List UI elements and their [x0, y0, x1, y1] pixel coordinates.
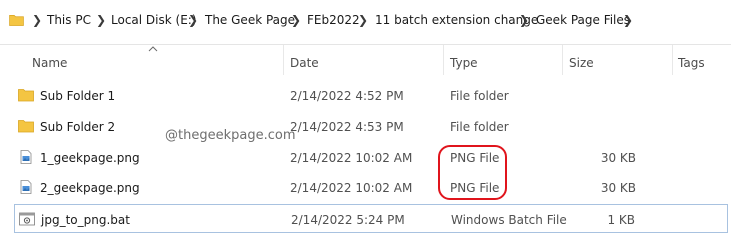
- chevron-right-icon[interactable]: ❯: [358, 13, 368, 27]
- folder-icon: [18, 89, 34, 102]
- file-date: 2/14/2022 4:53 PM: [290, 120, 404, 134]
- file-size: 30 KB: [600, 151, 636, 165]
- address-bar[interactable]: ❯ This PC ❯ Local Disk (E:) ❯ The Geek P…: [0, 0, 731, 45]
- column-divider[interactable]: [283, 45, 284, 75]
- column-header-date[interactable]: Date: [290, 56, 319, 70]
- watermark-text: @thegeekpage.com: [165, 128, 296, 143]
- file-date: 2/14/2022 10:02 AM: [290, 151, 413, 165]
- file-name: 2_geekpage.png: [40, 181, 140, 195]
- column-divider[interactable]: [562, 45, 563, 75]
- file-type: Windows Batch File: [451, 213, 567, 227]
- breadcrumb-item-geek-page-files[interactable]: Geek Page Files: [536, 13, 630, 27]
- breadcrumb-item-feb2022[interactable]: FEb2022: [307, 13, 360, 27]
- png-file-icon: [20, 150, 32, 164]
- file-size: 1 KB: [607, 213, 635, 227]
- sort-ascending-icon: [148, 46, 158, 52]
- chevron-right-icon[interactable]: ❯: [32, 13, 42, 27]
- column-header-type[interactable]: Type: [450, 56, 478, 70]
- list-item[interactable]: 1_geekpage.png 2/14/2022 10:02 AM PNG Fi…: [14, 143, 728, 172]
- chevron-right-icon[interactable]: ❯: [519, 13, 529, 27]
- file-date: 2/14/2022 5:24 PM: [291, 213, 405, 227]
- list-item[interactable]: Sub Folder 1 2/14/2022 4:52 PM File fold…: [14, 81, 728, 110]
- annotation-highlight: [438, 145, 507, 200]
- file-type: File folder: [450, 89, 509, 103]
- column-header-tags[interactable]: Tags: [678, 56, 705, 70]
- file-name: jpg_to_png.bat: [41, 213, 130, 227]
- folder-icon: [9, 15, 24, 26]
- chevron-right-icon[interactable]: ❯: [623, 13, 633, 27]
- file-date: 2/14/2022 10:02 AM: [290, 181, 413, 195]
- list-item[interactable]: jpg_to_png.bat 2/14/2022 5:24 PM Windows…: [14, 204, 728, 233]
- chevron-right-icon[interactable]: ❯: [96, 13, 106, 27]
- column-header-size[interactable]: Size: [569, 56, 594, 70]
- file-type: File folder: [450, 120, 509, 134]
- file-date: 2/14/2022 4:52 PM: [290, 89, 404, 103]
- breadcrumb-item-this-pc[interactable]: This PC: [47, 13, 91, 27]
- chevron-right-icon[interactable]: ❯: [188, 13, 198, 27]
- file-size: 30 KB: [600, 181, 636, 195]
- folder-icon: [18, 120, 34, 133]
- file-name: 1_geekpage.png: [40, 151, 140, 165]
- file-name: Sub Folder 2: [40, 120, 116, 134]
- column-header-name[interactable]: Name: [32, 56, 67, 70]
- chevron-right-icon[interactable]: ❯: [291, 13, 301, 27]
- png-file-icon: [20, 180, 32, 194]
- list-item[interactable]: Sub Folder 2 2/14/2022 4:53 PM File fold…: [14, 112, 728, 141]
- breadcrumb-item-batch-extension[interactable]: 11 batch extension change: [375, 13, 538, 27]
- batch-file-icon: [19, 212, 35, 226]
- list-item[interactable]: 2_geekpage.png 2/14/2022 10:02 AM PNG Fi…: [14, 173, 728, 202]
- column-divider[interactable]: [443, 45, 444, 75]
- breadcrumb-item-local-disk[interactable]: Local Disk (E:): [111, 13, 197, 27]
- column-divider[interactable]: [672, 45, 673, 75]
- breadcrumb-item-the-geek-page[interactable]: The Geek Page: [205, 13, 295, 27]
- column-header-row: Name Date Type Size Tags: [0, 44, 731, 80]
- file-name: Sub Folder 1: [40, 89, 116, 103]
